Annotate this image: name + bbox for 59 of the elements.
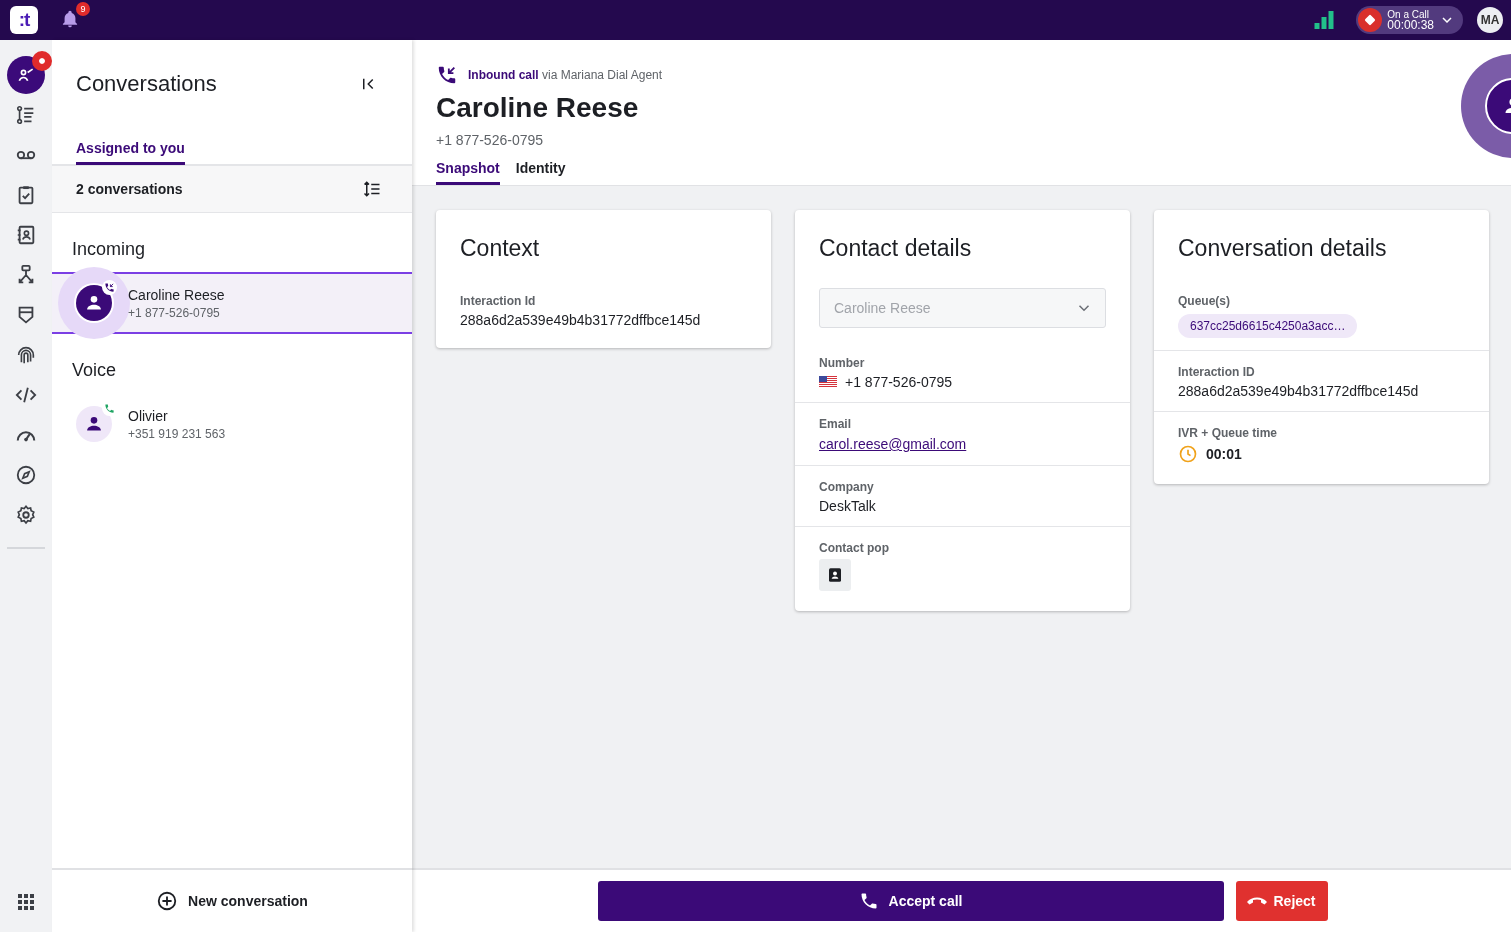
- field-value: 288a6d2a539e49b4b31772dffbce145d: [460, 312, 702, 328]
- email-link[interactable]: carol.reese@gmail.com: [819, 436, 967, 452]
- field-label: Contact pop: [819, 541, 890, 555]
- call-direction: Inbound call via Mariana Dial Agent: [468, 68, 663, 82]
- signal-icon: [1314, 11, 1335, 29]
- us-flag-icon: [819, 376, 837, 388]
- incoming-call-icon: [436, 64, 458, 86]
- card-title: Context: [459, 234, 541, 263]
- conversation-count: 2 conversations: [76, 181, 183, 197]
- reject-button[interactable]: Reject: [1235, 881, 1328, 921]
- field-label: IVR + Queue time: [1178, 426, 1279, 440]
- panel-title: Conversations: [76, 71, 217, 97]
- group-heading: Incoming: [71, 238, 147, 261]
- queue-chip: 637cc25d6615c4250a3acc…: [1178, 314, 1358, 338]
- field-label: Number: [819, 356, 866, 370]
- plus-circle-icon: [156, 890, 179, 912]
- field-label: Interaction Id: [460, 294, 537, 308]
- queue-time: 00:01: [1206, 446, 1242, 462]
- new-conversation-button[interactable]: New conversation: [150, 889, 314, 913]
- group-heading: Voice: [71, 359, 118, 382]
- detail-tab[interactable]: Snapshot: [436, 160, 500, 185]
- apps-grid-button[interactable]: [18, 894, 34, 910]
- notification-dot: [32, 51, 52, 71]
- clock-icon: [1178, 444, 1198, 464]
- conversation-item[interactable]: Olivier +351 919 231 563: [52, 393, 412, 455]
- accept-call-button[interactable]: Accept call: [597, 881, 1224, 921]
- fingerprint-icon: [15, 344, 37, 366]
- field-label: Interaction ID: [1178, 365, 1256, 379]
- contacts-icon: [15, 224, 37, 246]
- contact-phone: +1 877-526-0795: [128, 305, 221, 320]
- contact-card-icon: [826, 566, 844, 584]
- field-value: DeskTalk: [819, 498, 877, 514]
- field-label: Company: [819, 480, 875, 494]
- user-avatar[interactable]: MA: [1477, 7, 1503, 33]
- contact-name: Olivier: [128, 407, 169, 424]
- contact-phone: +351 919 231 563: [128, 426, 226, 441]
- field-value: 288a6d2a539e49b4b31772dffbce145d: [1178, 383, 1420, 399]
- hang-up-icon: [1247, 897, 1268, 905]
- field-label: Queue(s): [1178, 294, 1231, 308]
- caller-phone: +1 877-526-0795: [436, 132, 545, 148]
- sort-button[interactable]: [362, 180, 382, 198]
- compass-icon: [15, 464, 37, 486]
- agent-nav-button[interactable]: [7, 56, 45, 94]
- settings-icon: [15, 504, 37, 526]
- caller-name: Caroline Reese: [436, 92, 640, 124]
- phone-number: +1 877-526-0795: [845, 374, 953, 390]
- app-logo[interactable]: :t: [10, 6, 38, 34]
- notification-count: 9: [76, 2, 90, 16]
- bell-icon: [60, 9, 80, 29]
- card-title: Contact details: [818, 234, 973, 263]
- detail-tab[interactable]: Identity: [515, 160, 566, 185]
- sort-icon: [362, 180, 382, 198]
- contact-pop-button[interactable]: [819, 559, 851, 591]
- card-title: Conversation details: [1177, 234, 1388, 263]
- contact-name: Caroline Reese: [128, 286, 225, 303]
- grid-icon: [18, 894, 34, 910]
- stop-icon: [1363, 13, 1378, 27]
- call-status-button[interactable]: On a Call 00:00:38: [1356, 6, 1463, 34]
- field-label: Email: [819, 417, 852, 431]
